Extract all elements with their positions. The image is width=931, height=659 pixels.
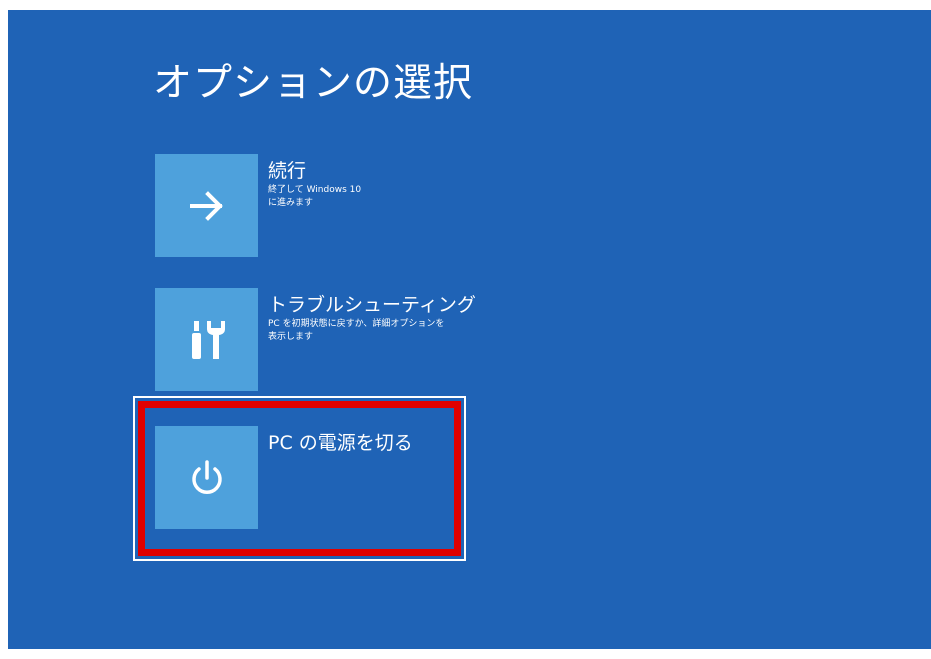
option-title: 続行 <box>268 160 307 182</box>
option-continue[interactable]: 続行 終了して Windows 10 に進みます <box>155 154 515 258</box>
option-troubleshoot[interactable]: トラブルシューティング PC を初期状態に戻すか、詳細オプションを 表示します <box>155 288 515 392</box>
option-tile[interactable] <box>155 154 258 257</box>
power-icon <box>191 459 222 494</box>
option-description: 終了して Windows 10 に進みます <box>268 185 362 208</box>
arrow-right-icon <box>189 190 223 221</box>
option-description: PC を初期状態に戻すか、詳細オプションを 表示します <box>268 319 445 342</box>
option-title: トラブルシューティング <box>268 294 476 316</box>
option-tile[interactable] <box>155 288 258 391</box>
tools-icon <box>191 320 225 359</box>
option-tile[interactable] <box>155 426 258 529</box>
recovery-screen: オプションの選択 続行 終了して Windows 10 に進みます トラブルシュ… <box>8 10 931 649</box>
option-title: PC の電源を切る <box>268 432 413 454</box>
page-title: オプションの選択 <box>153 61 474 106</box>
option-turn-off-pc[interactable]: PC の電源を切る <box>155 426 515 530</box>
